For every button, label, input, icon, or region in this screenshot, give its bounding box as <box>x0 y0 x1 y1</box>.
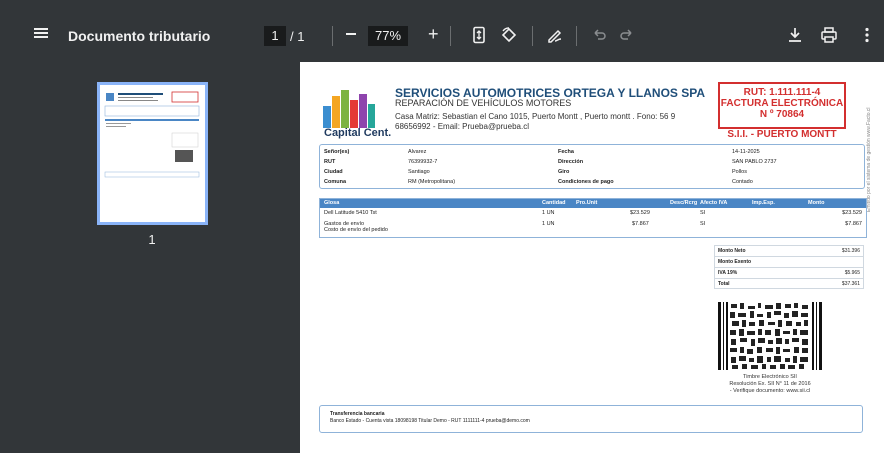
info-label: Dirección <box>558 159 584 165</box>
column-header: Afecto IVA <box>700 200 728 206</box>
totals-box: Monto Neto $31.396 Monto Exento IVA 19% $5… <box>714 245 864 289</box>
thumbnail-page-number: 1 <box>148 232 156 247</box>
info-label: Giro <box>558 169 570 175</box>
undo-icon[interactable] <box>590 26 608 44</box>
info-value: RM (Metropolitana) <box>408 179 456 185</box>
timbre-line: - Verifique documento: www.sii.cl <box>729 388 811 394</box>
item-amount: $23.529 <box>842 210 862 216</box>
download-icon[interactable] <box>786 26 804 44</box>
info-label: Ciudad <box>324 169 343 175</box>
total-label: Total <box>718 281 730 287</box>
info-value: 14-11-2025 <box>732 149 760 155</box>
item-unit-price: $7.867 <box>632 221 649 227</box>
thumbnail-preview <box>104 91 200 178</box>
column-header: Monto <box>808 200 825 206</box>
column-header: Glosa <box>324 200 340 206</box>
item-subdescription: Costo de envío del pedido <box>324 227 388 233</box>
plus-icon[interactable]: + <box>428 24 439 45</box>
rotate-icon[interactable] <box>500 26 518 44</box>
document-type: FACTURA ELECTRÓNICA <box>720 98 844 109</box>
company-logo <box>323 90 375 128</box>
page-total: / 1 <box>290 29 305 44</box>
rut-text: RUT: 1.111.111-4 <box>743 87 821 98</box>
column-header: Desc/Rcrg <box>670 200 698 206</box>
info-row: Comuna RM (Metropolitana) Condiciones de… <box>320 177 864 187</box>
info-value: Alvarez <box>408 149 427 155</box>
rut-box: RUT: 1.111.111-4 FACTURA ELECTRÓNICA N º… <box>718 82 846 129</box>
toolbar-divider <box>532 26 533 46</box>
info-label: Señor(es) <box>324 149 350 155</box>
zoom-input[interactable]: 77% <box>368 26 408 46</box>
company-activity: REPARACIÓN DE VEHÍCULOS MOTORES <box>395 98 572 108</box>
address-line: 68656992 - Email: Prueba@prueba.cl <box>395 122 529 131</box>
info-value: Santiago <box>408 169 430 175</box>
toolbar-divider <box>450 26 451 46</box>
invoice-page: Capital Cent. SERVICIOS AUTOMOTRICES ORT… <box>300 62 884 453</box>
column-header: Cantidad <box>542 200 566 206</box>
minus-icon[interactable] <box>346 33 356 35</box>
info-label: RUT <box>324 159 336 165</box>
menu-icon[interactable] <box>34 28 48 38</box>
timbre-text: Timbre Electrónico SII Resolución Ex. SI… <box>705 374 835 395</box>
folio-number: N º 70864 <box>759 109 805 120</box>
toolbar-divider <box>576 26 577 46</box>
item-quantity: 1 UN <box>542 210 555 216</box>
pdf417-barcode-image <box>718 302 822 370</box>
fit-page-icon[interactable] <box>470 26 488 44</box>
total-label: Monto Exento <box>718 259 752 265</box>
info-row: RUT 76399932-7 Dirección SAN PABLO 2737 <box>320 157 864 167</box>
info-row: Ciudad Santiago Giro Pollos <box>320 167 864 177</box>
sii-office: S.I.I. - PUERTO MONTT <box>727 129 837 140</box>
info-label: Comuna <box>324 179 346 185</box>
total-row: IVA 19% $5.965 <box>714 267 864 278</box>
total-row: Monto Exento <box>714 256 864 267</box>
company-address: Casa Matriz: Sebastian el Cano 1015, Pue… <box>395 112 715 132</box>
column-header: Pro.Unit <box>576 200 598 206</box>
print-icon[interactable] <box>820 26 838 44</box>
total-row: Monto Neto $31.396 <box>714 245 864 256</box>
address-line: Casa Matriz: Sebastian el Cano 1015, Pue… <box>395 112 676 121</box>
annotate-icon[interactable] <box>546 26 564 44</box>
item-unit-price: $23.529 <box>630 210 650 216</box>
page-number-input[interactable]: 1 <box>264 26 286 46</box>
bank-transfer-box: Transferencia bancaria Banco Estado - Cu… <box>319 405 863 433</box>
item-afecto: SI <box>700 210 706 216</box>
pdf-toolbar: Documento tributario 1 / 1 77% + <box>0 0 884 62</box>
item-description: Dell Latitude 5410 Tst <box>324 210 377 216</box>
thumbnail-sidebar: 1 <box>0 62 300 453</box>
total-label: Monto Neto <box>718 248 746 254</box>
page-thumbnail[interactable] <box>97 82 208 225</box>
logo-text: Capital Cent. <box>324 127 392 139</box>
info-value: Contado <box>732 179 753 185</box>
item-amount: $7.867 <box>845 221 862 227</box>
document-title: Documento tributario <box>68 28 211 44</box>
more-icon[interactable] <box>858 26 876 44</box>
timbre-line: Timbre Electrónico SII <box>743 374 797 380</box>
total-row: Total $37.361 <box>714 278 864 289</box>
table-header: Glosa Cantidad Pro.Unit Desc/Rcrg Afecto… <box>320 199 866 208</box>
info-row: Señor(es) Alvarez Fecha 14-11-2025 <box>320 147 864 157</box>
toolbar-divider <box>332 26 333 46</box>
redo-icon[interactable] <box>618 26 636 44</box>
info-label: Fecha <box>558 149 574 155</box>
column-header: Imp.Esp. <box>752 200 775 206</box>
bank-details: Banco Estado - Cuenta vista 18098198 Tit… <box>330 418 530 424</box>
document-viewer[interactable]: Capital Cent. SERVICIOS AUTOMOTRICES ORT… <box>300 62 884 453</box>
bank-title: Transferencia bancaria <box>330 411 385 417</box>
client-info: Señor(es) Alvarez Fecha 14-11-2025 RUT 7… <box>319 144 865 189</box>
info-value: Pollos <box>732 169 747 175</box>
side-note: Emitido por el sistema de gestión www.Fa… <box>866 107 872 213</box>
info-value: SAN PABLO 2737 <box>732 159 777 165</box>
item-afecto: SI <box>700 221 706 227</box>
total-label: IVA 19% <box>718 270 738 276</box>
info-value: 76399932-7 <box>408 159 438 165</box>
item-quantity: 1 UN <box>542 221 555 227</box>
total-value: $37.361 <box>841 281 860 287</box>
timbre-line: Resolución Ex. SII N° 11 de 2016 <box>729 381 811 387</box>
info-label: Condiciones de pago <box>558 179 614 185</box>
items-table: Glosa Cantidad Pro.Unit Desc/Rcrg Afecto… <box>319 198 867 238</box>
